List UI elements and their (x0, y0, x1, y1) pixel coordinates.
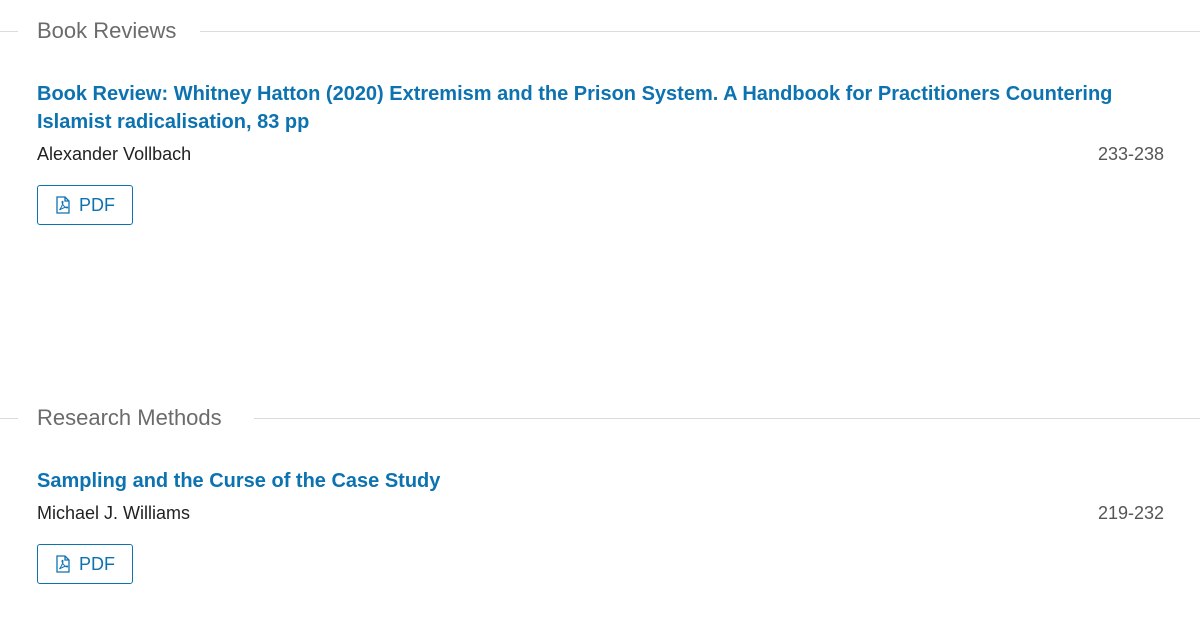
pdf-button-label: PDF (79, 553, 115, 574)
section-book-reviews: Book Reviews Book Review: Whitney Hatton… (0, 16, 1200, 225)
article-meta: Alexander Vollbach 233-238 (37, 141, 1164, 167)
section-header: Book Reviews (0, 16, 1200, 46)
issue-toc: Book Reviews Book Review: Whitney Hatton… (0, 0, 1200, 624)
pdf-button-label: PDF (79, 194, 115, 215)
pdf-file-icon (56, 196, 70, 214)
pdf-file-icon (56, 555, 70, 573)
section-research-methods: Research Methods Sampling and the Curse … (0, 403, 1200, 584)
article-author: Alexander Vollbach (37, 144, 192, 164)
section-divider-left (0, 31, 18, 32)
article-pages: 233-238 (1097, 144, 1164, 164)
section-divider-right (254, 418, 1200, 419)
section-divider-left (0, 418, 18, 419)
article-pages: 219-232 (1097, 503, 1164, 523)
article-meta: Michael J. Williams 219-232 (37, 500, 1164, 526)
section-header: Research Methods (0, 403, 1200, 433)
article-item: Book Review: Whitney Hatton (2020) Extre… (37, 80, 1164, 225)
article-title-link[interactable]: Book Review: Whitney Hatton (2020) Extre… (37, 80, 1164, 136)
pdf-button[interactable]: PDF (37, 185, 133, 225)
section-title: Book Reviews (37, 16, 197, 46)
article-author: Michael J. Williams (37, 503, 191, 523)
article-title-link[interactable]: Sampling and the Curse of the Case Study (37, 467, 1164, 495)
pdf-button[interactable]: PDF (37, 544, 133, 584)
section-title: Research Methods (37, 403, 242, 433)
section-divider-right (200, 31, 1200, 32)
article-item: Sampling and the Curse of the Case Study… (37, 467, 1164, 584)
